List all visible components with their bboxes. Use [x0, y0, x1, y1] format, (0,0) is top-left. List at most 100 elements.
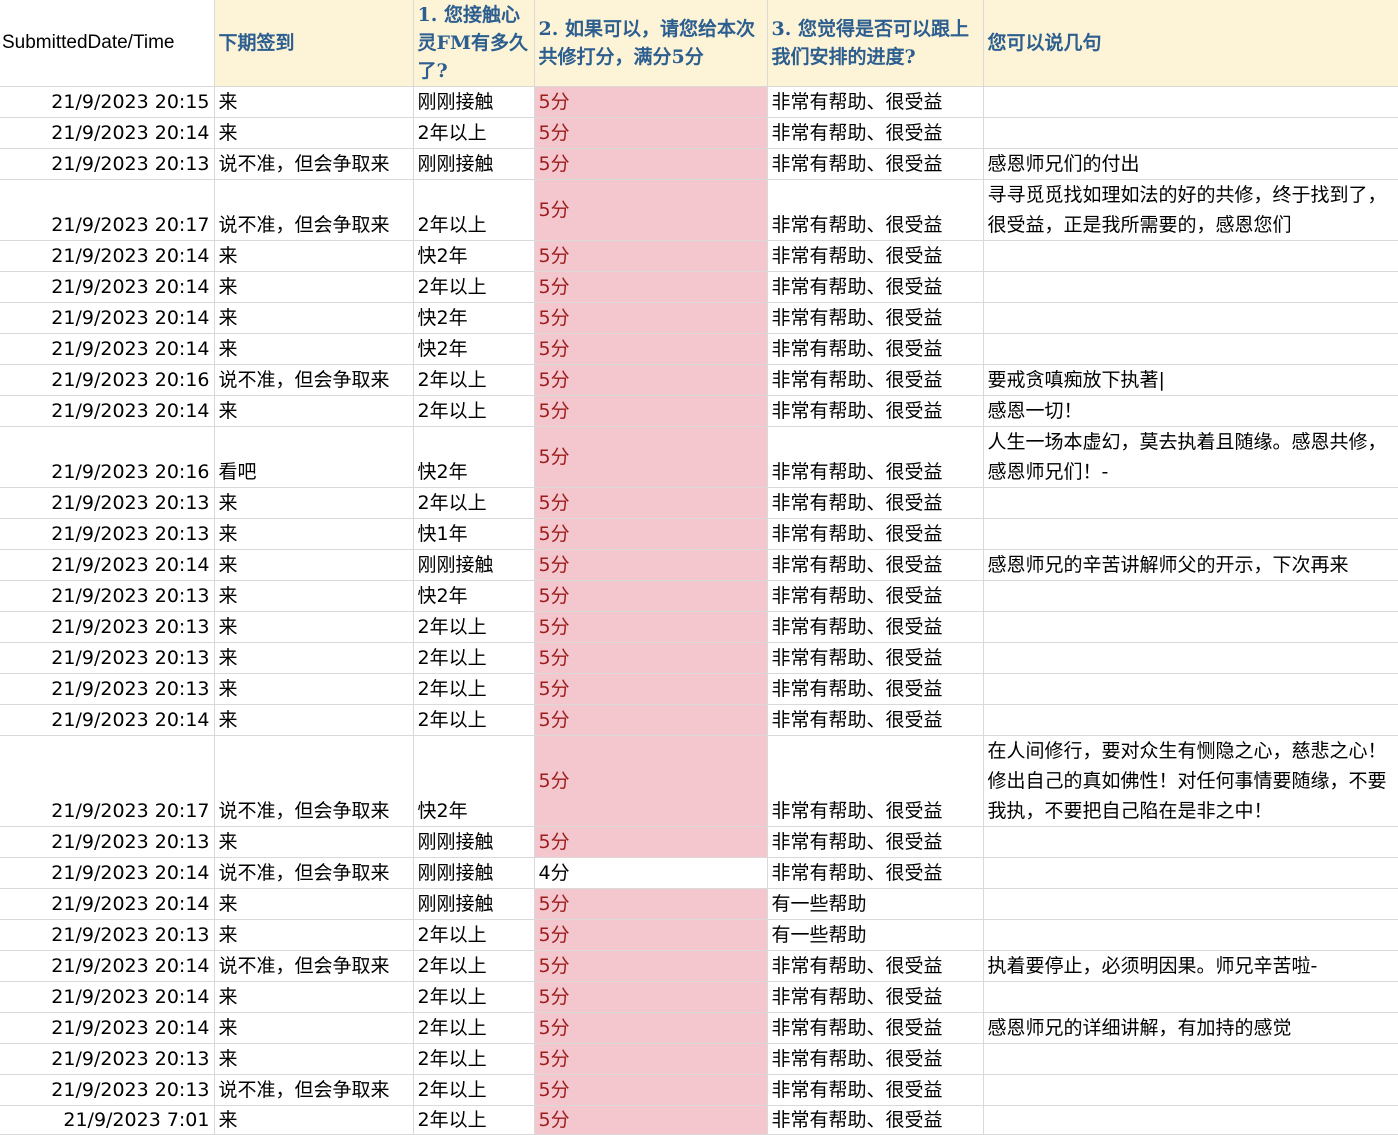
cell-progress[interactable]: 非常有帮助、很受益: [767, 487, 984, 519]
cell-contact-duration[interactable]: 刚刚接触: [413, 826, 535, 858]
cell-score[interactable]: 5分: [534, 611, 768, 643]
cell-next-signin[interactable]: 说不准，但会争取来: [214, 364, 414, 396]
header-next-signin[interactable]: 下期签到: [214, 0, 414, 87]
cell-comment[interactable]: [983, 826, 1398, 858]
cell-progress[interactable]: 有一些帮助: [767, 888, 984, 920]
cell-comment[interactable]: [983, 1105, 1398, 1135]
cell-submitted-time[interactable]: 21/9/2023 20:13: [0, 919, 215, 951]
cell-comment[interactable]: 感恩师兄们的付出: [983, 148, 1398, 180]
cell-next-signin[interactable]: 说不准，但会争取来: [214, 179, 414, 241]
cell-next-signin[interactable]: 来: [214, 1043, 414, 1075]
cell-score[interactable]: 5分: [534, 179, 768, 241]
cell-submitted-time[interactable]: 21/9/2023 20:14: [0, 1012, 215, 1044]
cell-next-signin[interactable]: 说不准，但会争取来: [214, 148, 414, 180]
cell-next-signin[interactable]: 说不准，但会争取来: [214, 857, 414, 889]
cell-next-signin[interactable]: 来: [214, 549, 414, 581]
cell-contact-duration[interactable]: 刚刚接触: [413, 86, 535, 118]
cell-comment[interactable]: 要戒贪嗔痴放下执著|: [983, 364, 1398, 396]
cell-comment[interactable]: 感恩师兄的详细讲解，有加持的感觉: [983, 1012, 1398, 1044]
cell-submitted-time[interactable]: 21/9/2023 20:13: [0, 642, 215, 674]
cell-contact-duration[interactable]: 2年以上: [413, 364, 535, 396]
cell-contact-duration[interactable]: 刚刚接触: [413, 857, 535, 889]
header-submitted-time[interactable]: SubmittedDate/Time: [0, 0, 215, 87]
cell-next-signin[interactable]: 来: [214, 86, 414, 118]
cell-next-signin[interactable]: 来: [214, 487, 414, 519]
cell-contact-duration[interactable]: 2年以上: [413, 704, 535, 736]
cell-comment[interactable]: [983, 857, 1398, 889]
cell-contact-duration[interactable]: 2年以上: [413, 395, 535, 427]
cell-score[interactable]: 5分: [534, 888, 768, 920]
cell-comment[interactable]: [983, 1043, 1398, 1075]
cell-score[interactable]: 5分: [534, 1043, 768, 1075]
cell-contact-duration[interactable]: 快2年: [413, 735, 535, 827]
cell-comment[interactable]: 感恩一切！: [983, 395, 1398, 427]
cell-score[interactable]: 5分: [534, 1105, 768, 1135]
cell-score[interactable]: 5分: [534, 426, 768, 488]
cell-progress[interactable]: 非常有帮助、很受益: [767, 673, 984, 705]
cell-comment[interactable]: [983, 919, 1398, 951]
cell-contact-duration[interactable]: 2年以上: [413, 1012, 535, 1044]
cell-submitted-time[interactable]: 21/9/2023 20:16: [0, 426, 215, 488]
cell-comment[interactable]: [983, 642, 1398, 674]
header-progress[interactable]: 3. 您觉得是否可以跟上我们安排的进度?: [767, 0, 984, 87]
cell-comment[interactable]: 感恩师兄的辛苦讲解师父的开示，下次再来: [983, 549, 1398, 581]
cell-submitted-time[interactable]: 21/9/2023 20:13: [0, 673, 215, 705]
cell-submitted-time[interactable]: 21/9/2023 20:14: [0, 981, 215, 1013]
cell-next-signin[interactable]: 来: [214, 1012, 414, 1044]
cell-progress[interactable]: 非常有帮助、很受益: [767, 611, 984, 643]
cell-progress[interactable]: 非常有帮助、很受益: [767, 826, 984, 858]
cell-submitted-time[interactable]: 21/9/2023 20:13: [0, 148, 215, 180]
cell-submitted-time[interactable]: 21/9/2023 20:13: [0, 580, 215, 612]
cell-score[interactable]: 5分: [534, 518, 768, 550]
cell-submitted-time[interactable]: 21/9/2023 20:14: [0, 704, 215, 736]
cell-contact-duration[interactable]: 2年以上: [413, 179, 535, 241]
cell-progress[interactable]: 非常有帮助、很受益: [767, 333, 984, 365]
cell-progress[interactable]: 非常有帮助、很受益: [767, 735, 984, 827]
cell-next-signin[interactable]: 来: [214, 580, 414, 612]
cell-comment[interactable]: [983, 518, 1398, 550]
cell-progress[interactable]: 非常有帮助、很受益: [767, 704, 984, 736]
cell-score[interactable]: 5分: [534, 673, 768, 705]
cell-comment[interactable]: [983, 673, 1398, 705]
cell-contact-duration[interactable]: 2年以上: [413, 919, 535, 951]
cell-contact-duration[interactable]: 2年以上: [413, 950, 535, 982]
cell-score[interactable]: 5分: [534, 86, 768, 118]
cell-comment[interactable]: 人生一场本虚幻，莫去执着且随缘。感恩共修，感恩师兄们！-: [983, 426, 1398, 488]
cell-progress[interactable]: 非常有帮助、很受益: [767, 86, 984, 118]
cell-score[interactable]: 5分: [534, 826, 768, 858]
cell-score[interactable]: 5分: [534, 364, 768, 396]
cell-comment[interactable]: [983, 271, 1398, 303]
cell-score[interactable]: 5分: [534, 981, 768, 1013]
cell-score[interactable]: 5分: [534, 1074, 768, 1106]
cell-contact-duration[interactable]: 2年以上: [413, 1105, 535, 1135]
cell-submitted-time[interactable]: 21/9/2023 20:13: [0, 518, 215, 550]
cell-progress[interactable]: 非常有帮助、很受益: [767, 857, 984, 889]
cell-score[interactable]: 5分: [534, 302, 768, 334]
cell-progress[interactable]: 非常有帮助、很受益: [767, 580, 984, 612]
cell-submitted-time[interactable]: 21/9/2023 20:14: [0, 240, 215, 272]
cell-contact-duration[interactable]: 快1年: [413, 518, 535, 550]
cell-contact-duration[interactable]: 刚刚接触: [413, 148, 535, 180]
cell-next-signin[interactable]: 来: [214, 981, 414, 1013]
header-contact-duration[interactable]: 1. 您接触心灵FM有多久了?: [413, 0, 535, 87]
cell-progress[interactable]: 非常有帮助、很受益: [767, 518, 984, 550]
cell-contact-duration[interactable]: 刚刚接触: [413, 888, 535, 920]
cell-submitted-time[interactable]: 21/9/2023 20:13: [0, 1074, 215, 1106]
cell-progress[interactable]: 非常有帮助、很受益: [767, 148, 984, 180]
cell-next-signin[interactable]: 来: [214, 271, 414, 303]
cell-next-signin[interactable]: 看吧: [214, 426, 414, 488]
cell-score[interactable]: 5分: [534, 487, 768, 519]
cell-comment[interactable]: 执着要停止，必须明因果。师兄辛苦啦-: [983, 950, 1398, 982]
cell-contact-duration[interactable]: 快2年: [413, 426, 535, 488]
cell-submitted-time[interactable]: 21/9/2023 20:14: [0, 271, 215, 303]
header-comment[interactable]: 您可以说几句: [983, 0, 1398, 87]
cell-score[interactable]: 5分: [534, 950, 768, 982]
cell-submitted-time[interactable]: 21/9/2023 20:13: [0, 487, 215, 519]
cell-submitted-time[interactable]: 21/9/2023 20:14: [0, 395, 215, 427]
cell-score[interactable]: 5分: [534, 117, 768, 149]
cell-score[interactable]: 5分: [534, 148, 768, 180]
cell-score[interactable]: 5分: [534, 240, 768, 272]
cell-progress[interactable]: 非常有帮助、很受益: [767, 1074, 984, 1106]
cell-submitted-time[interactable]: 21/9/2023 7:01: [0, 1105, 215, 1135]
cell-next-signin[interactable]: 来: [214, 611, 414, 643]
